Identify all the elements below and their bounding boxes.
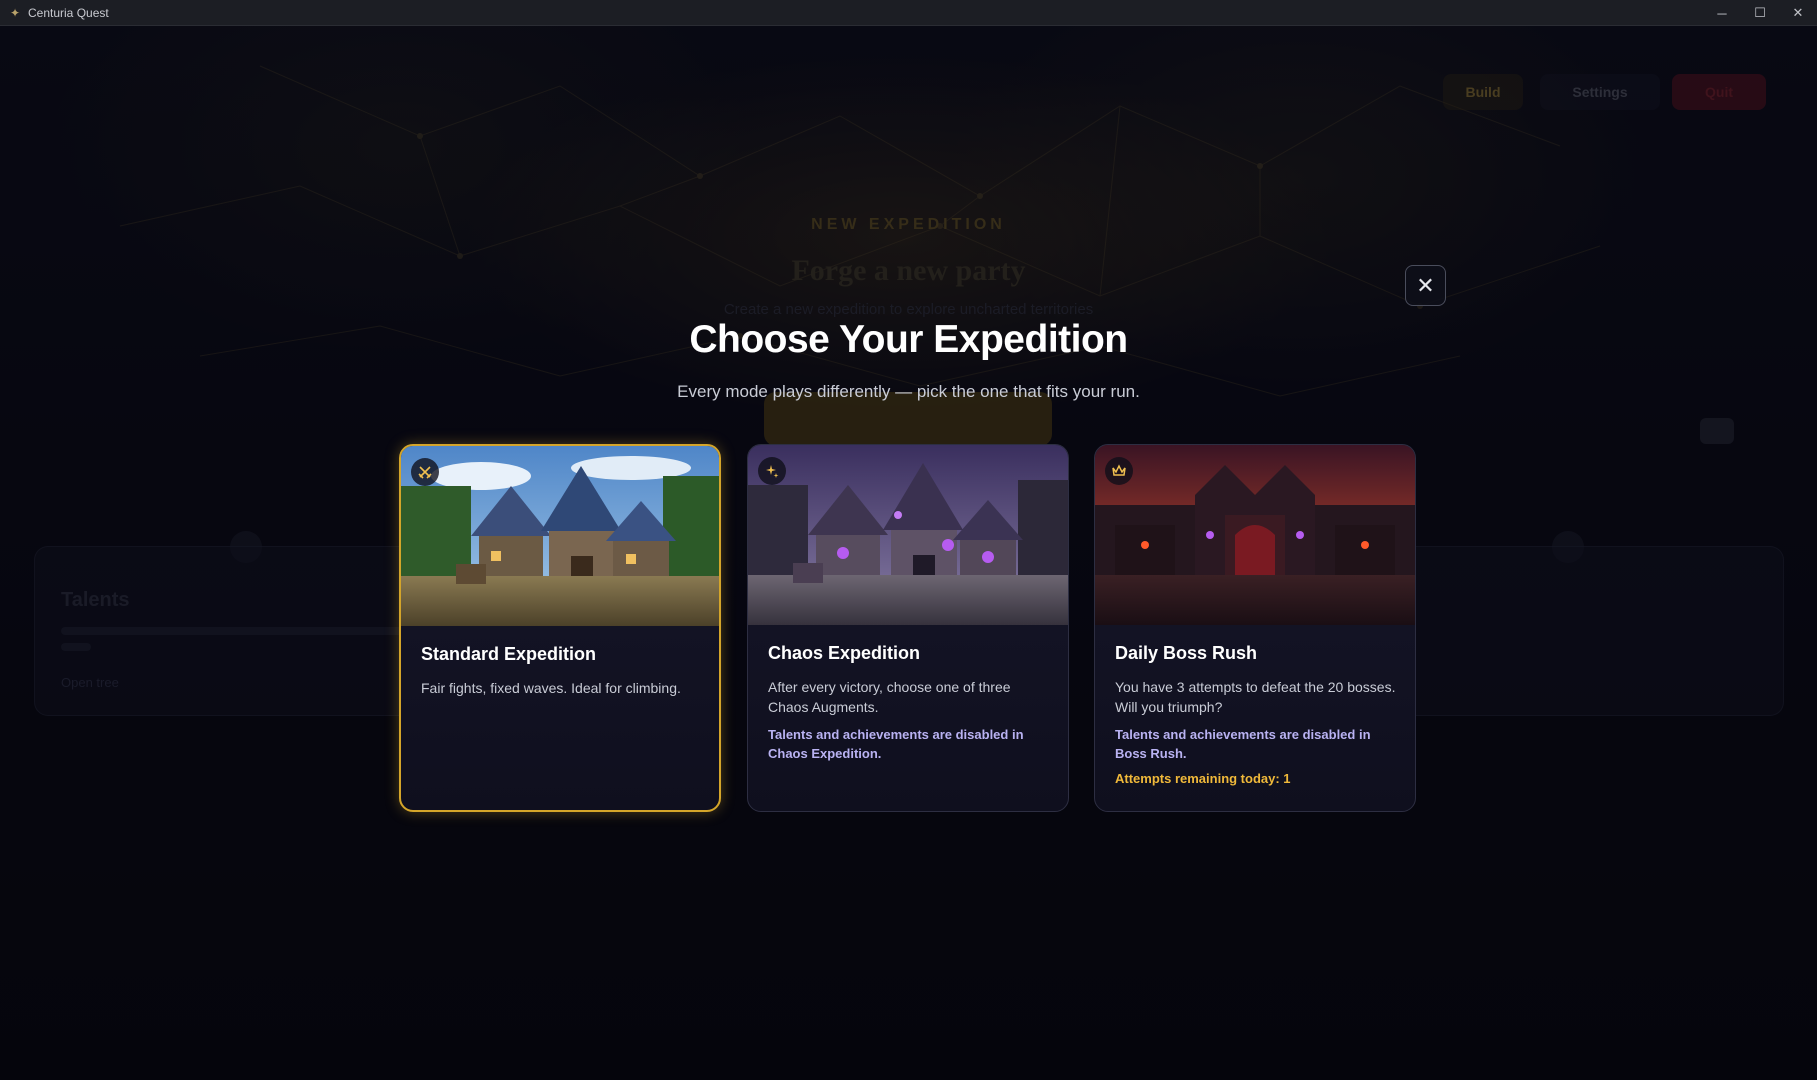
modal-close-button[interactable]: ✕ <box>1405 265 1446 306</box>
boss-rush-art <box>1095 445 1415 625</box>
standard-expedition-title: Standard Expedition <box>421 644 597 664</box>
boss-rush-description: You have 3 attempts to defeat the 20 bos… <box>1115 679 1396 715</box>
maximize-button[interactable]: ☐ <box>1741 0 1779 26</box>
chaos-expedition-description: After every victory, choose one of three… <box>768 679 1011 715</box>
app-logo-icon: ✦ <box>9 5 21 20</box>
chaos-expedition-title: Chaos Expedition <box>768 643 921 663</box>
chaos-expedition-art <box>748 445 1068 625</box>
minimize-button[interactable]: ─ <box>1703 0 1741 26</box>
standard-expedition-description: Fair fights, fixed waves. Ideal for clim… <box>421 680 681 696</box>
crown-icon <box>1105 457 1133 485</box>
boss-rush-warning: Talents and achievements are disabled in… <box>1115 727 1371 761</box>
modal-subtitle: Every mode plays differently — pick the … <box>677 382 1140 401</box>
window-close-button[interactable]: ✕ <box>1779 0 1817 26</box>
chaos-expedition-warning: Talents and achievements are disabled in… <box>768 727 1024 761</box>
window-controls: ─ ☐ ✕ <box>1703 0 1817 26</box>
standard-expedition-art <box>401 446 719 626</box>
sparkles-icon <box>758 457 786 485</box>
boss-rush-title: Daily Boss Rush <box>1115 643 1258 663</box>
crossed-swords-icon <box>411 458 439 486</box>
window-title: Centuria Quest <box>28 5 109 20</box>
mode-card-standard[interactable]: Standard Expedition Fair fights, fixed w… <box>399 444 721 812</box>
boss-rush-attempts: Attempts remaining today: 1 <box>1115 771 1291 786</box>
window-titlebar: ✦ Centuria Quest ─ ☐ ✕ <box>0 0 1817 26</box>
mode-card-boss-rush[interactable]: Daily Boss Rush You have 3 attempts to d… <box>1094 444 1416 812</box>
modal-title: Choose Your Expedition <box>689 318 1128 361</box>
mode-card-chaos[interactable]: Chaos Expedition After every victory, ch… <box>747 444 1069 812</box>
